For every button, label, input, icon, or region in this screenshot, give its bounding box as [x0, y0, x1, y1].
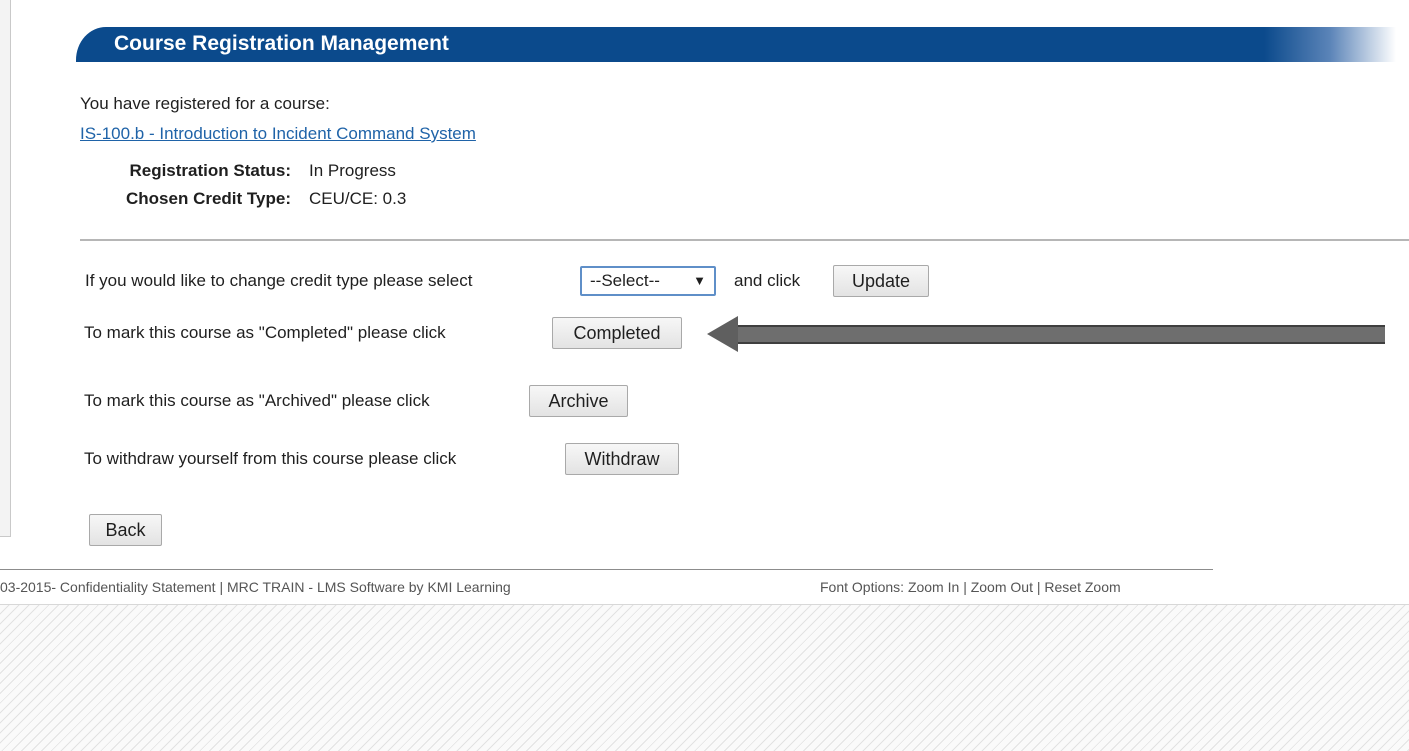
footer-divider: [0, 569, 1213, 570]
footer-background: [0, 604, 1409, 751]
credit-type-select-value: --Select--: [590, 271, 660, 290]
section-divider: [80, 239, 1409, 241]
completed-button[interactable]: Completed: [552, 317, 682, 349]
reset-zoom-link[interactable]: Reset Zoom: [1044, 579, 1120, 595]
footer-copyright: 03-2015- Confidentiality Statement | MRC…: [0, 579, 511, 595]
left-sidebar-edge: [0, 0, 11, 537]
credit-type-value: CEU/CE: 0.3: [309, 189, 407, 208]
archived-prompt: To mark this course as "Archived" please…: [84, 391, 430, 410]
annotation-arrow-shaft: [735, 325, 1385, 344]
footer-separator: |: [963, 579, 967, 595]
registration-status-value: In Progress: [309, 161, 396, 180]
footer-separator: |: [1036, 579, 1041, 595]
zoom-in-link[interactable]: Zoom In: [908, 579, 959, 595]
credit-type-select[interactable]: --Select-- ▼: [580, 266, 716, 296]
dropdown-arrow-icon: ▼: [693, 273, 706, 288]
zoom-out-link[interactable]: Zoom Out: [971, 579, 1033, 595]
page-header-bar: Course Registration Management: [76, 27, 1396, 62]
withdraw-button[interactable]: Withdraw: [565, 443, 679, 475]
font-options-label: Font Options:: [820, 579, 905, 595]
registration-status-label: Registration Status:: [129, 161, 291, 180]
credit-type-label: Chosen Credit Type:: [126, 189, 291, 208]
page-title: Course Registration Management: [114, 32, 449, 55]
registration-intro: You have registered for a course:: [80, 94, 330, 113]
completed-prompt: To mark this course as "Completed" pleas…: [84, 323, 446, 342]
course-link[interactable]: IS-100.b - Introduction to Incident Comm…: [80, 124, 476, 144]
withdraw-prompt: To withdraw yourself from this course pl…: [84, 449, 457, 468]
archive-button[interactable]: Archive: [529, 385, 628, 417]
credit-change-prompt: If you would like to change credit type …: [85, 271, 473, 290]
and-click-text: and click: [734, 271, 801, 290]
font-options: Font Options: Zoom In | Zoom Out | Reset…: [820, 579, 1121, 595]
left-arrow-icon: [707, 316, 738, 352]
back-button[interactable]: Back: [89, 514, 162, 546]
update-button[interactable]: Update: [833, 265, 929, 297]
